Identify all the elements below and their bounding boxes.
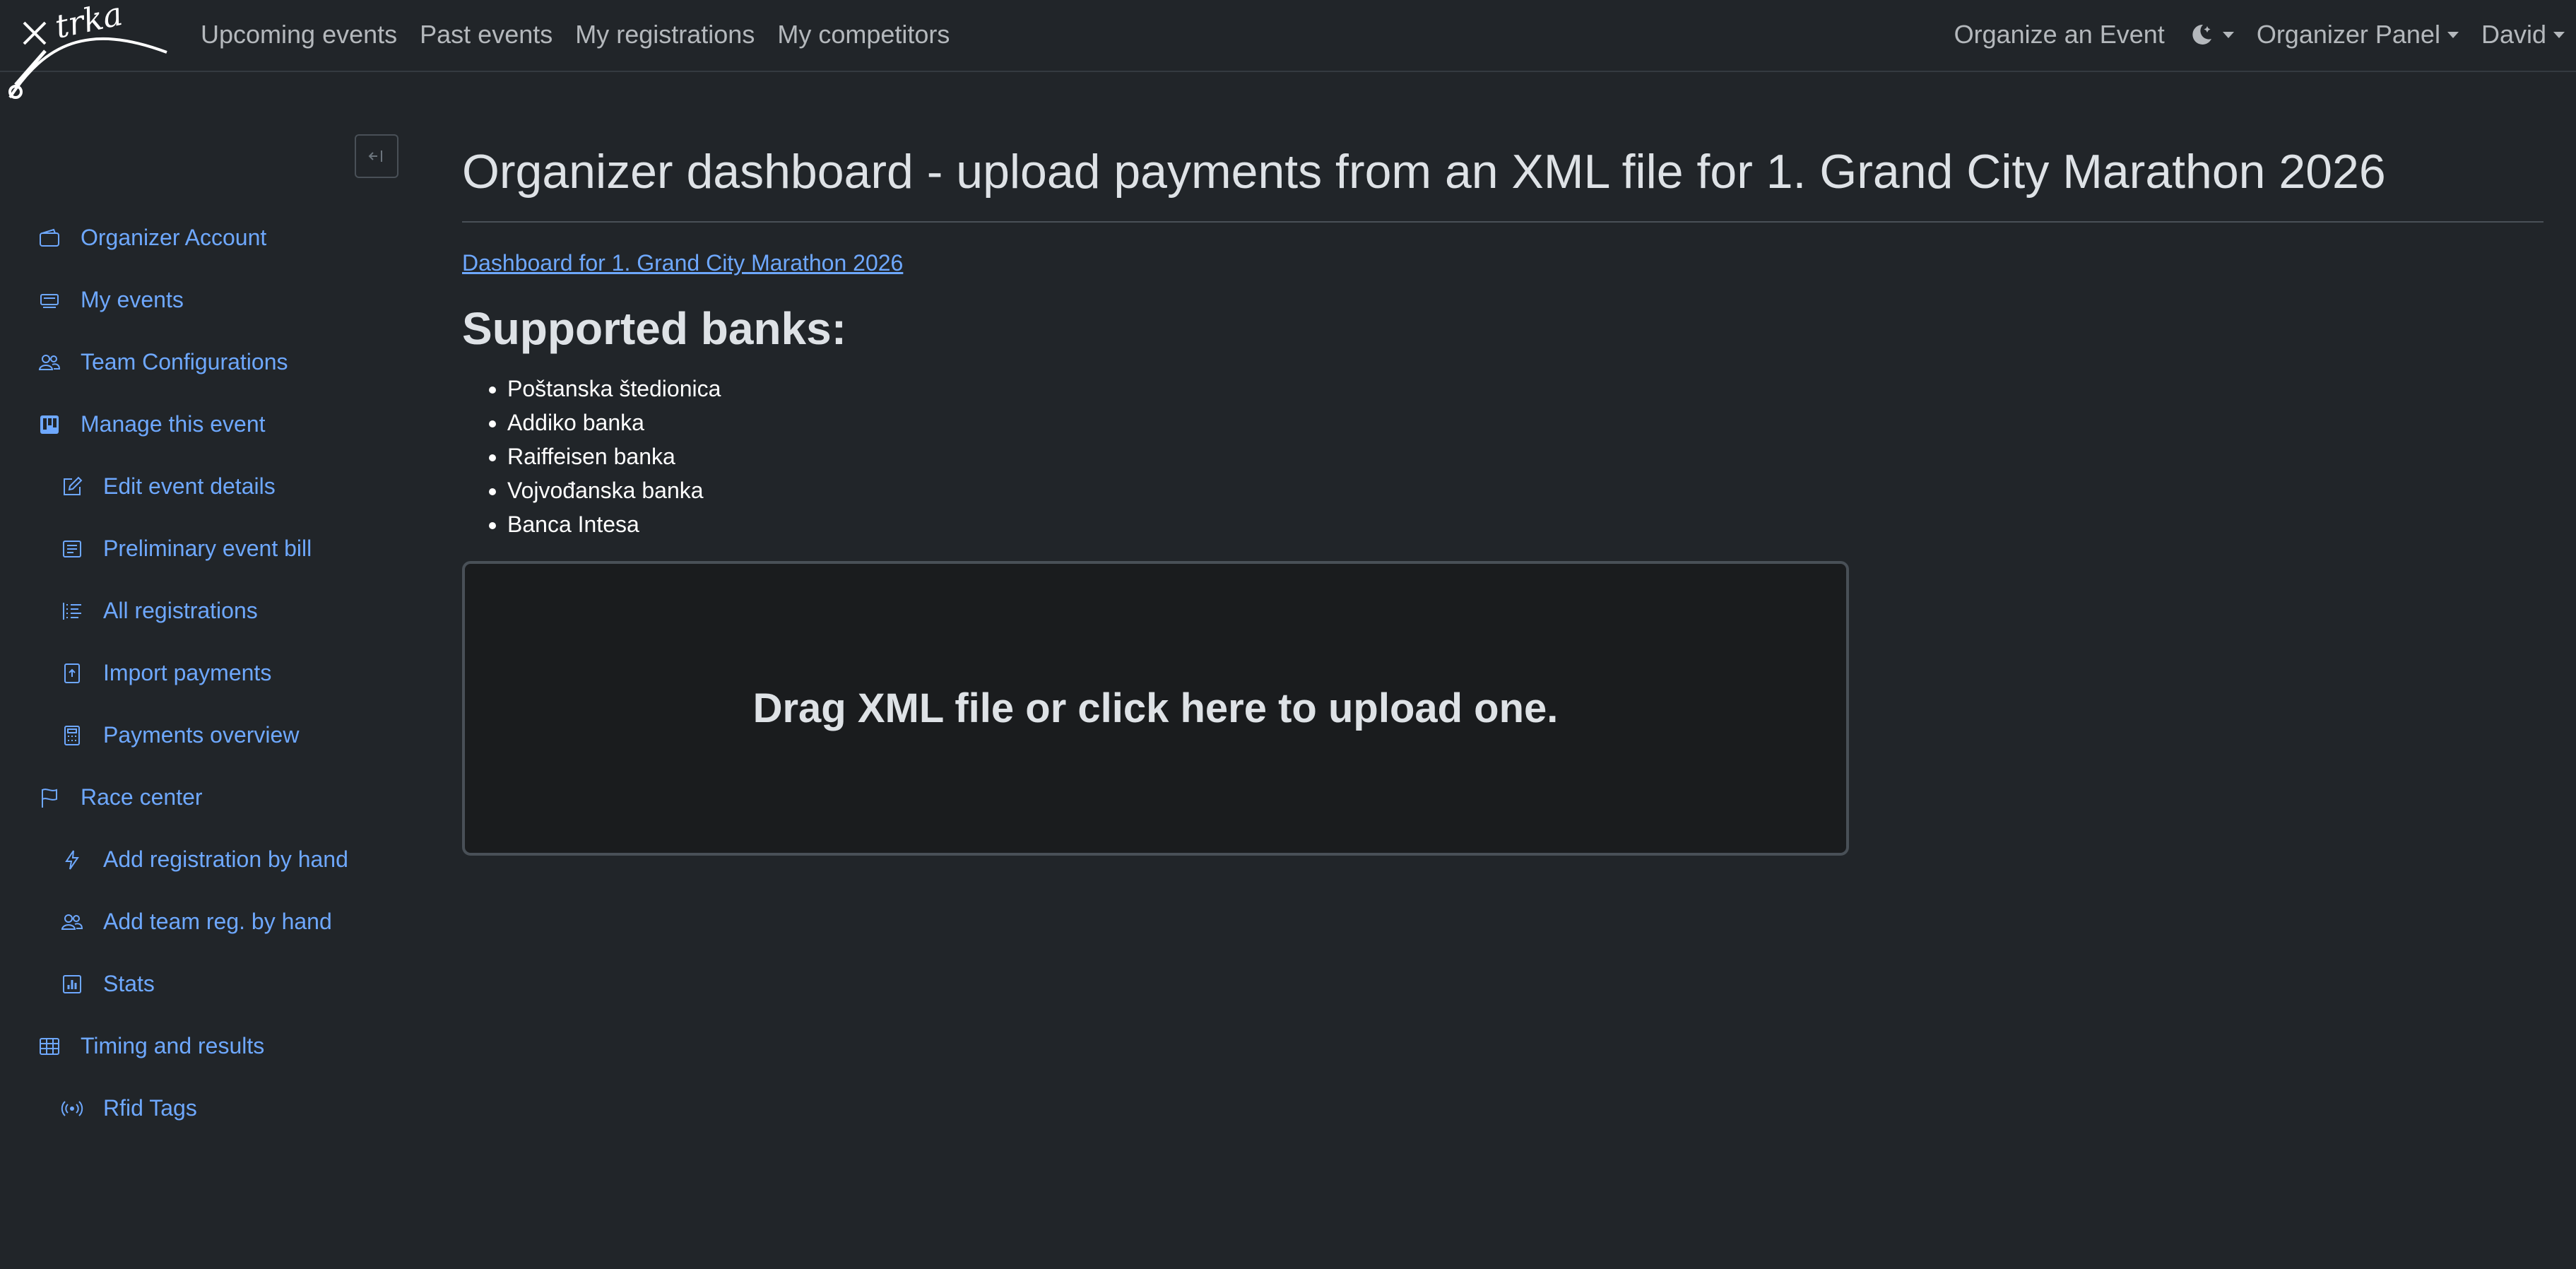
sidebar-item-preliminary-bill[interactable]: Preliminary event bill — [61, 536, 312, 562]
sidebar-item-edit-event-details[interactable]: Edit event details — [61, 473, 276, 500]
table-icon — [40, 1037, 59, 1055]
sidebar-item-add-team-reg-by-hand[interactable]: Add team reg. by hand — [61, 909, 332, 935]
sidebar-item-race-center[interactable]: Race center — [38, 784, 203, 810]
nav-past-events[interactable]: Past events — [420, 20, 553, 49]
pencil-square-icon — [64, 476, 83, 495]
sidebar-item-label: Timing and results — [81, 1033, 265, 1058]
people-icon — [61, 914, 83, 930]
sidebar-item-label: Add team reg. by hand — [103, 909, 332, 934]
sidebar-item-label: Edit event details — [103, 473, 276, 499]
main-nav: Upcoming events Past events My registrat… — [201, 0, 972, 69]
theme-dropdown[interactable] — [2187, 20, 2234, 49]
list-ol-icon — [63, 602, 81, 620]
sidebar-item-label: Rfid Tags — [103, 1095, 197, 1121]
trka-logo[interactable]: trka — [3, 1, 170, 106]
sidebar-item-team-configurations[interactable]: Team Configurations — [38, 349, 288, 375]
sidebar-item-stats[interactable]: Stats — [61, 971, 155, 997]
lightning-icon — [65, 849, 79, 870]
flag-icon — [42, 788, 57, 808]
sidebar-item-rfid-tags[interactable]: Rfid Tags — [61, 1095, 197, 1121]
people-icon — [38, 354, 61, 370]
list-item: Poštanska štedionica — [507, 372, 721, 406]
moon-stars-icon — [2192, 24, 2211, 45]
user-name: David — [2481, 20, 2546, 49]
collapse-left-icon — [368, 150, 382, 162]
supported-banks-heading: Supported banks: — [462, 303, 847, 354]
sidebar-item-add-registration-by-hand[interactable]: Add registration by hand — [61, 846, 348, 873]
list-item: Banca Intesa — [507, 507, 721, 541]
nav-my-competitors[interactable]: My competitors — [777, 20, 950, 49]
sidebar-item-label: Import payments — [103, 660, 272, 685]
list-item: Vojvođanska banka — [507, 473, 721, 507]
bar-chart-icon — [63, 974, 81, 993]
file-upload-icon — [64, 663, 80, 683]
sidebar-item-label: Stats — [103, 971, 155, 996]
sidebar-item-all-registrations[interactable]: All registrations — [61, 598, 258, 624]
caret-down-icon — [2222, 31, 2234, 38]
list-item: Addiko banka — [507, 406, 721, 439]
sidebar-item-label: Manage this event — [81, 411, 266, 437]
caret-down-icon — [2553, 31, 2565, 38]
sidebar-item-payments-overview[interactable]: Payments overview — [61, 722, 299, 748]
caret-down-icon — [2447, 31, 2459, 38]
sidebar-item-label: All registrations — [103, 598, 258, 623]
sidebar-item-organizer-account[interactable]: Organizer Account — [38, 225, 266, 251]
sidebar-item-label: Organizer Account — [81, 225, 267, 250]
sidebar-item-timing-results[interactable]: Timing and results — [38, 1033, 264, 1059]
sidebar-item-label: Add registration by hand — [103, 846, 348, 872]
kanban-icon — [40, 415, 59, 434]
nav-organize-event[interactable]: Organize an Event — [1954, 20, 2165, 49]
sidebar-item-label: Team Configurations — [81, 349, 288, 374]
list-item: Raiffeisen banka — [507, 439, 721, 473]
organizer-panel-dropdown[interactable]: Organizer Panel — [2257, 20, 2459, 49]
dropzone-text: Drag XML file or click here to upload on… — [752, 685, 1559, 731]
top-navbar: trka Upcoming events Past events My regi… — [0, 0, 2576, 99]
sidebar-item-manage-event[interactable]: Manage this event — [38, 411, 266, 437]
page-title: Organizer dashboard - upload payments fr… — [462, 145, 2386, 199]
broadcast-icon — [61, 1100, 83, 1116]
xml-upload-dropzone[interactable]: Drag XML file or click here to upload on… — [462, 561, 1849, 856]
calculator-icon — [64, 725, 80, 745]
right-nav: Organize an Event Organizer Panel David — [1932, 0, 2565, 69]
sidebar-item-label: Race center — [81, 784, 203, 810]
divider — [462, 221, 2543, 223]
sidebar-item-my-events[interactable]: My events — [38, 287, 184, 313]
banks-list: Poštanska štedionica Addiko banka Raiffe… — [507, 372, 721, 541]
dashboard-link[interactable]: Dashboard for 1. Grand City Marathon 202… — [462, 250, 903, 276]
sidebar-item-label: My events — [81, 287, 184, 312]
organizer-panel-label: Organizer Panel — [2256, 20, 2440, 49]
nav-my-registrations[interactable]: My registrations — [575, 20, 755, 49]
wallet-icon — [40, 228, 59, 247]
sidebar-collapse-button[interactable] — [355, 134, 398, 178]
sidebar-item-label: Preliminary event bill — [103, 536, 312, 561]
user-dropdown[interactable]: David — [2481, 20, 2565, 49]
card-icon — [40, 293, 59, 308]
receipt-icon — [63, 540, 81, 557]
sidebar-item-label: Payments overview — [103, 722, 300, 748]
sidebar-item-import-payments[interactable]: Import payments — [61, 660, 271, 686]
nav-upcoming-events[interactable]: Upcoming events — [201, 20, 397, 49]
